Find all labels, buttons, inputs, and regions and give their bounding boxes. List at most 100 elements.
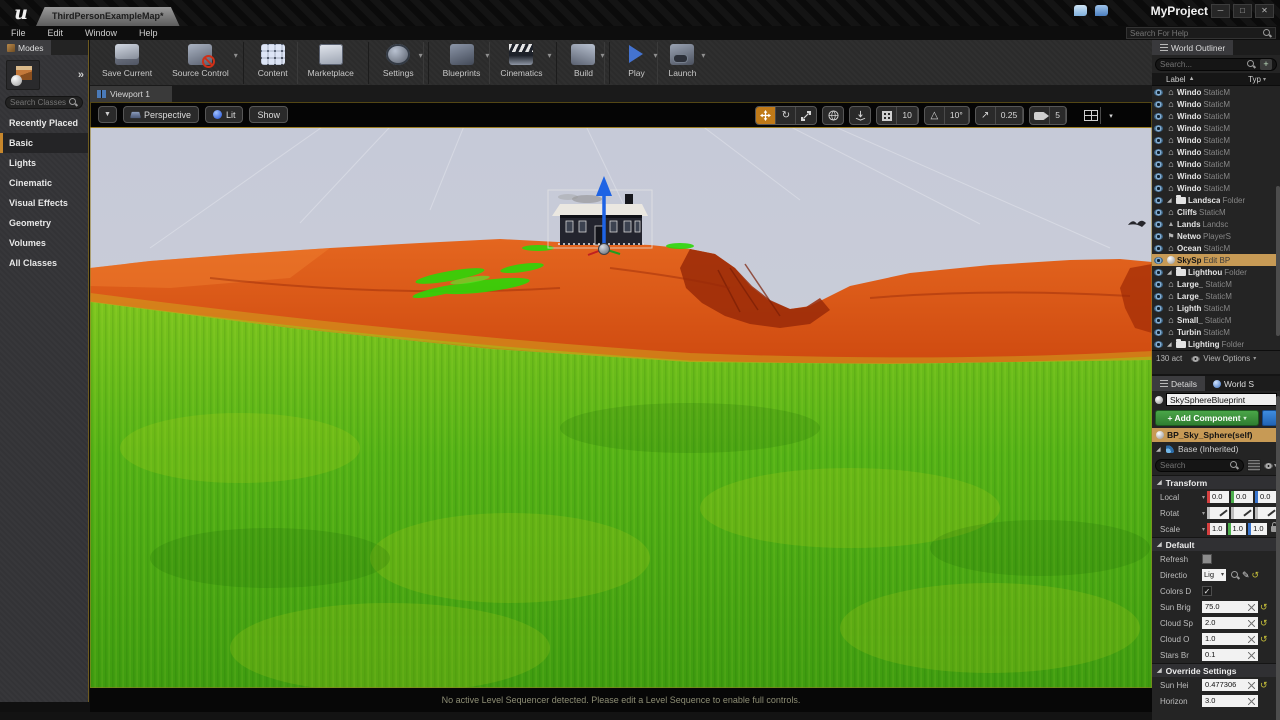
outliner-row[interactable]: ◢ Lighting Folder xyxy=(1152,338,1280,350)
scale-z-field[interactable]: 1.0 xyxy=(1248,523,1267,535)
add-filter-icon[interactable]: + xyxy=(1260,59,1272,70)
component-self-row[interactable]: BP_Sky_Sphere(self) xyxy=(1152,428,1280,442)
dropdown-arrow-icon[interactable]: ▾ xyxy=(485,51,489,60)
visibility-eye-icon[interactable] xyxy=(1154,233,1163,240)
outliner-row[interactable]: ◢ Windo StaticM xyxy=(1152,122,1280,134)
reset-arrow-icon[interactable]: ↺ xyxy=(1252,570,1260,581)
view-options-arrow-icon[interactable]: ▾ xyxy=(1253,355,1256,362)
tab-details[interactable]: Details xyxy=(1152,376,1205,391)
expand-arrow-icon[interactable]: ◢ xyxy=(1167,341,1174,348)
visibility-eye-icon[interactable] xyxy=(1154,185,1163,192)
outliner-row[interactable]: ◢ Windo StaticM xyxy=(1152,110,1280,122)
camera-speed-value[interactable]: 5 xyxy=(1050,107,1066,124)
visibility-eye-icon[interactable] xyxy=(1154,137,1163,144)
outliner-row[interactable]: ◢ Large_ StaticM xyxy=(1152,278,1280,290)
section-transform[interactable]: ◢ Transform xyxy=(1152,475,1280,489)
place-mode-button[interactable] xyxy=(6,60,40,90)
tab-modes[interactable]: Modes xyxy=(0,40,51,55)
scale-y-field[interactable]: 1.0 xyxy=(1228,523,1247,535)
rotation-snap-toggle[interactable]: △ xyxy=(925,107,945,124)
mode-category[interactable]: Cinematic xyxy=(0,173,88,193)
dropdown-arrow-icon[interactable]: ▾ xyxy=(547,51,551,60)
stars-brightness-field[interactable]: 0.1 xyxy=(1202,649,1258,661)
visibility-eye-icon[interactable] xyxy=(1154,293,1163,300)
reset-arrow-icon[interactable]: ↺ xyxy=(1260,602,1268,613)
reset-arrow-icon[interactable]: ↺ xyxy=(1260,634,1268,645)
outliner-row[interactable]: ◢ Windo StaticM xyxy=(1152,134,1280,146)
minimize-button[interactable]: ─ xyxy=(1211,4,1230,18)
details-search[interactable] xyxy=(1155,459,1244,472)
show-button[interactable]: Show xyxy=(249,106,288,123)
location-y-field[interactable]: 0.0 xyxy=(1231,491,1253,503)
scale-snap-toggle[interactable]: ↗ xyxy=(976,107,996,124)
location-label[interactable]: Local xyxy=(1160,493,1200,502)
tab-world-outliner[interactable]: World Outliner xyxy=(1152,40,1233,55)
maximize-button[interactable]: □ xyxy=(1233,4,1252,18)
mode-category[interactable]: Lights xyxy=(0,153,88,173)
visibility-eye-icon[interactable] xyxy=(1154,209,1163,216)
section-default[interactable]: ◢ Default xyxy=(1152,537,1280,551)
feedback-icon[interactable] xyxy=(1074,5,1087,16)
level-tab[interactable]: ThirdPersonExampleMap* xyxy=(36,7,180,26)
help-search[interactable] xyxy=(1126,27,1276,39)
close-button[interactable]: ✕ xyxy=(1255,4,1274,18)
scale-x-field[interactable]: 1.0 xyxy=(1207,523,1226,535)
rotate-tool-button[interactable]: ↻ xyxy=(776,107,796,124)
toolbar-button[interactable]: ▾ Marketplace xyxy=(298,42,364,84)
outliner-search[interactable]: + xyxy=(1155,58,1277,71)
browse-icon[interactable] xyxy=(1231,571,1240,580)
outliner-row[interactable]: ◢ Lighth StaticM xyxy=(1152,302,1280,314)
column-type[interactable]: Typ ▾ xyxy=(1248,75,1266,84)
grid-snap-value[interactable]: 10 xyxy=(897,107,917,124)
dropdown-arrow-icon[interactable]: ▾ xyxy=(600,51,604,60)
outliner-row[interactable]: ◢ Large_ StaticM xyxy=(1152,290,1280,302)
rotation-z-dial[interactable] xyxy=(1255,507,1277,519)
expand-arrow-icon[interactable]: ◢ xyxy=(1156,446,1163,453)
camera-speed-button[interactable] xyxy=(1030,107,1050,124)
dropdown-arrow-icon[interactable]: ▾ xyxy=(653,51,657,60)
add-component-button[interactable]: + Add Component ▾ xyxy=(1155,410,1259,426)
scale-label[interactable]: Scale xyxy=(1160,525,1200,534)
tab-viewport-1[interactable]: Viewport 1 xyxy=(90,86,172,102)
toolbar-button[interactable]: ▾ Build xyxy=(556,42,605,84)
mode-category[interactable]: Volumes xyxy=(0,233,88,253)
classes-search[interactable] xyxy=(5,96,83,109)
toolbar-button[interactable]: ▾ Content xyxy=(243,42,298,84)
use-selected-icon[interactable]: ✎ xyxy=(1242,570,1250,581)
view-options-button[interactable]: View Options xyxy=(1203,354,1250,363)
actor-name-field[interactable]: SkySphereBlueprint xyxy=(1166,393,1277,406)
outliner-scrollbar[interactable] xyxy=(1276,186,1280,336)
filter-arrow-icon[interactable]: ▾ xyxy=(1263,76,1266,83)
dropdown-arrow-icon[interactable]: ▾ xyxy=(701,51,705,60)
outliner-row[interactable]: ◢ Lighthou Folder xyxy=(1152,266,1280,278)
lit-button[interactable]: Lit xyxy=(205,106,244,123)
outliner-row[interactable]: ◢ Windo StaticM xyxy=(1152,146,1280,158)
sort-arrow-icon[interactable]: ▲ xyxy=(1189,76,1195,82)
refresh-checkbox[interactable] xyxy=(1202,554,1212,564)
visibility-eye-icon[interactable] xyxy=(1154,125,1163,132)
toolbar-button[interactable]: ▾ Play xyxy=(609,42,658,84)
cloud-opacity-field[interactable]: 1.0 xyxy=(1202,633,1258,645)
visibility-eye-icon[interactable] xyxy=(1154,245,1163,252)
details-scrollbar[interactable] xyxy=(1276,396,1280,720)
outliner-row[interactable]: ◢ Windo StaticM xyxy=(1152,98,1280,110)
viewport-options-button[interactable]: ▼ xyxy=(98,106,117,123)
visibility-eye-icon[interactable] xyxy=(1154,161,1163,168)
mode-category[interactable]: Basic xyxy=(0,133,88,153)
rotation-y-dial[interactable] xyxy=(1231,507,1253,519)
surface-snap-button[interactable] xyxy=(850,107,870,124)
toolbar-button[interactable]: ▾ Blueprints xyxy=(428,42,491,84)
visibility-eye-icon[interactable] xyxy=(1154,149,1163,156)
menu-item[interactable]: Help xyxy=(128,28,169,38)
outliner-row[interactable]: ◢ Netwo PlayerS xyxy=(1152,230,1280,242)
viewport[interactable]: ▼ Perspective Lit Show ↻ xyxy=(90,102,1152,688)
world-local-toggle[interactable] xyxy=(823,107,843,124)
location-z-field[interactable]: 0.0 xyxy=(1255,491,1277,503)
property-matrix-button[interactable] xyxy=(1247,459,1261,472)
toolbar-button[interactable]: ▾ Cinematics xyxy=(490,42,552,84)
outliner-row[interactable]: ◢ Landsca Folder xyxy=(1152,194,1280,206)
layout-dropdown-arrow[interactable]: ▾ xyxy=(1101,107,1121,124)
visibility-eye-icon[interactable] xyxy=(1154,197,1163,204)
expand-chevron-icon[interactable]: » xyxy=(78,69,82,81)
visibility-eye-icon[interactable] xyxy=(1154,281,1163,288)
